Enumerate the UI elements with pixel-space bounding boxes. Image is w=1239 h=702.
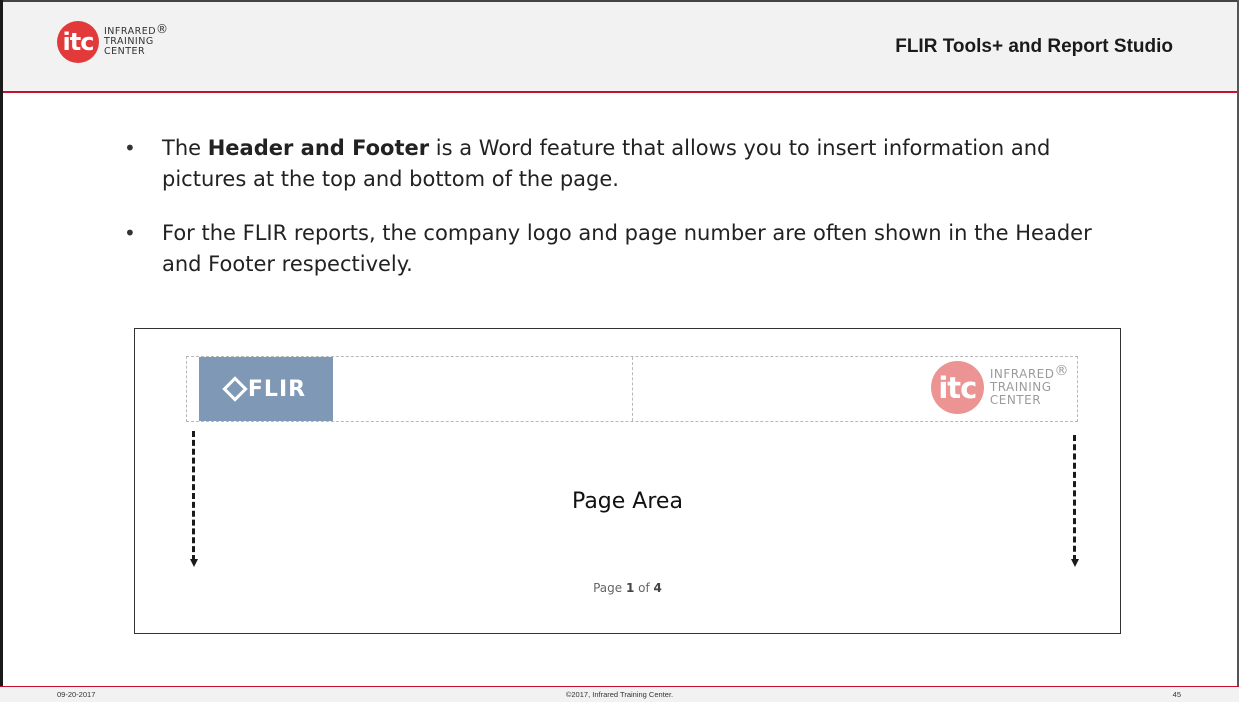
itc-logo-faded: itc INFRARED® TRAINING CENTER [930,361,1069,414]
page-number-footer: Page 1 of 4 [593,581,662,595]
footer-slide-number: 45 [1172,690,1181,699]
bullet-item: • The Header and Footer is a Word feature… [118,133,1118,195]
bullet-dot-icon: • [124,136,136,160]
slide-header-bar: itc INFRARED® TRAINING CENTER FLIR Tools… [0,0,1239,93]
itc-logo-wordmark: INFRARED® TRAINING CENTER [104,22,169,57]
page-area-label: Page Area [572,489,683,514]
flir-diamond-icon [222,375,248,402]
flir-logo: FLIR [199,357,333,421]
page-illustration: FLIR itc INFRARED® TRAINING CENTER Page … [134,328,1121,634]
slide: itc INFRARED® TRAINING CENTER FLIR Tools… [0,0,1239,702]
itc-logo-mark: itc [930,361,984,414]
itc-logo: itc INFRARED® TRAINING CENTER [57,21,169,63]
itc-logo-wordmark: INFRARED® TRAINING CENTER [989,363,1069,407]
bullet-dot-icon: • [124,221,136,245]
bullet-item: • For the FLIR reports, the company logo … [118,218,1118,280]
slide-footer: 09-20-2017 ©2017, Infrared Training Cent… [0,687,1239,702]
header-column-divider [632,357,633,421]
arrowhead-right-icon [1071,559,1079,567]
arrowhead-left-icon [190,559,198,567]
slide-title: FLIR Tools+ and Report Studio [895,36,1173,57]
frame-border-top [0,0,1239,2]
footer-copyright: ©2017, Infrared Training Center. [565,690,674,699]
header-region: FLIR itc INFRARED® TRAINING CENTER [186,356,1078,422]
bullet-list: • The Header and Footer is a Word feature… [118,133,1118,303]
frame-border-left [0,0,3,686]
itc-logo-mark: itc [57,21,99,63]
